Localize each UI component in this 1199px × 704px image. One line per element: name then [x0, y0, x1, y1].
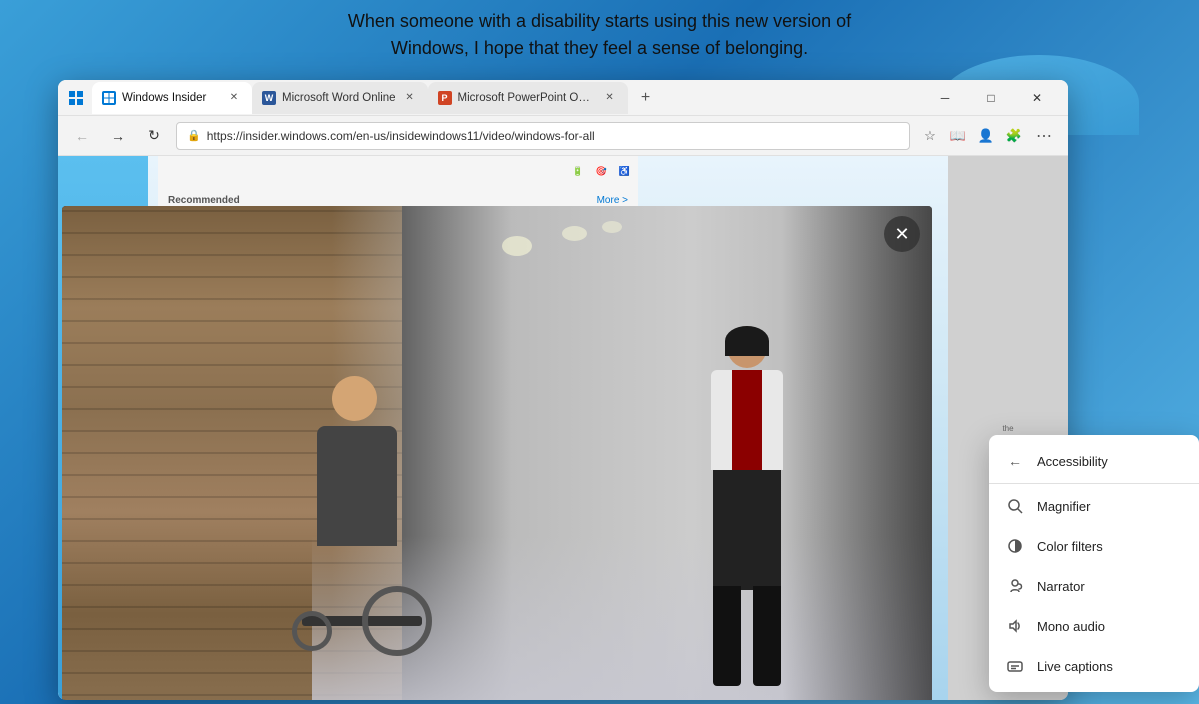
standing-person-scarf [732, 370, 762, 480]
tab-windows-insider[interactable]: Windows Insider ✕ [92, 82, 252, 114]
color-filters-menu-item[interactable]: Color filters [989, 526, 1199, 566]
wheelchair-person-head [332, 376, 377, 421]
wheelchair-person-body [317, 426, 397, 546]
magnifier-label: Magnifier [1037, 499, 1183, 514]
address-bar-icons: ☆ 📖 👤 🧩 ⋯ [918, 122, 1058, 150]
reading-view-icon[interactable]: 📖 [946, 124, 970, 148]
top-icons-bar: 🔋 🎯 ♿ [438, 156, 638, 186]
magnifier-menu-item[interactable]: Magnifier [989, 486, 1199, 526]
tab-title-word: Microsoft Word Online [282, 92, 396, 104]
browser-app-icon [66, 88, 86, 108]
wheelchair-wheel-right [362, 586, 432, 656]
video-overlay: ✕ [62, 206, 932, 700]
menu-divider-1 [989, 483, 1199, 484]
color-filters-label: Color filters [1037, 539, 1183, 554]
address-box[interactable]: 🔒 https://insider.windows.com/en-us/insi… [176, 122, 910, 150]
standing-person-leg-right [753, 586, 781, 686]
color-filters-icon [1005, 536, 1025, 556]
favorites-icon[interactable]: ☆ [918, 124, 942, 148]
video-close-button[interactable]: ✕ [884, 216, 920, 252]
mono-audio-icon [1005, 616, 1025, 636]
lock-icon: 🔒 [187, 129, 201, 142]
tab-favicon-word: W [262, 91, 276, 105]
tab-close-ppt[interactable]: ✕ [602, 90, 618, 106]
extensions-icon[interactable]: 🧩 [1002, 124, 1026, 148]
mono-audio-label: Mono audio [1037, 619, 1183, 634]
back-button[interactable]: ← [68, 122, 96, 150]
accessibility-label: Accessibility [1037, 454, 1183, 469]
wheelchair-wheel-left [292, 611, 332, 651]
browser-window: Windows Insider ✕ W Microsoft Word Onlin… [58, 80, 1068, 700]
wheelchair [292, 536, 432, 656]
address-bar: ← → ↻ 🔒 https://insider.windows.com/en-u… [58, 116, 1068, 156]
battery-icon: 🔋 [572, 166, 583, 177]
accessibility-icon: ♿ [619, 166, 630, 177]
tab-favicon-windows [102, 91, 116, 105]
live-captions-menu-item[interactable]: Live captions [989, 646, 1199, 686]
new-tab-button[interactable]: + [632, 84, 660, 112]
accessibility-dropdown: ← Accessibility Magnifier Color filters [989, 435, 1199, 692]
standing-person-hair [725, 326, 769, 356]
narrator-menu-item[interactable]: Narrator [989, 566, 1199, 606]
standing-person-leg-left [713, 586, 741, 686]
tab-word-online[interactable]: W Microsoft Word Online ✕ [252, 82, 428, 114]
browser-content: 🔋 🎯 ♿ Recommended More > Get Started Wel… [58, 156, 1068, 700]
minimize-button[interactable]: ─ [922, 80, 968, 116]
quote-text: When someone with a disability starts us… [0, 8, 1199, 62]
narrator-icon [1005, 576, 1025, 596]
window-controls: ─ □ ✕ [922, 80, 1060, 116]
live-captions-label: Live captions [1037, 659, 1183, 674]
light-1 [502, 236, 532, 256]
tab-close-windows[interactable]: ✕ [226, 90, 242, 106]
magnifier-icon [1005, 496, 1025, 516]
back-arrow-icon: ← [1005, 451, 1025, 471]
maximize-button[interactable]: □ [968, 80, 1014, 116]
tab-favicon-ppt: P [438, 91, 452, 105]
narrator-label: Narrator [1037, 579, 1183, 594]
light-2 [562, 226, 587, 241]
tab-powerpoint-online[interactable]: P Microsoft PowerPoint Online ✕ [428, 82, 628, 114]
mono-audio-menu-item[interactable]: Mono audio [989, 606, 1199, 646]
tab-title-windows: Windows Insider [122, 92, 220, 104]
tabs-area: Windows Insider ✕ W Microsoft Word Onlin… [92, 80, 922, 115]
tab-title-ppt: Microsoft PowerPoint Online [458, 92, 596, 104]
dark-right-overlay [782, 206, 932, 700]
close-button[interactable]: ✕ [1014, 80, 1060, 116]
url-text: https://insider.windows.com/en-us/inside… [207, 129, 899, 143]
browser-menu-button[interactable]: ⋯ [1030, 122, 1058, 150]
light-3 [602, 221, 622, 233]
tab-close-word[interactable]: ✕ [402, 90, 418, 106]
live-captions-icon [1005, 656, 1025, 676]
video-scene [62, 206, 932, 700]
recommended-label: Recommended [168, 195, 240, 206]
focus-icon: 🎯 [596, 166, 607, 177]
browser-titlebar: Windows Insider ✕ W Microsoft Word Onlin… [58, 80, 1068, 116]
refresh-button[interactable]: ↻ [140, 122, 168, 150]
standing-person-skirt [713, 470, 781, 590]
more-link[interactable]: More > [597, 195, 628, 206]
accessibility-menu-header[interactable]: ← Accessibility [989, 441, 1199, 481]
browser-profile-icon[interactable]: 👤 [974, 124, 998, 148]
wheelchair-person [282, 376, 442, 656]
forward-button[interactable]: → [104, 122, 132, 150]
